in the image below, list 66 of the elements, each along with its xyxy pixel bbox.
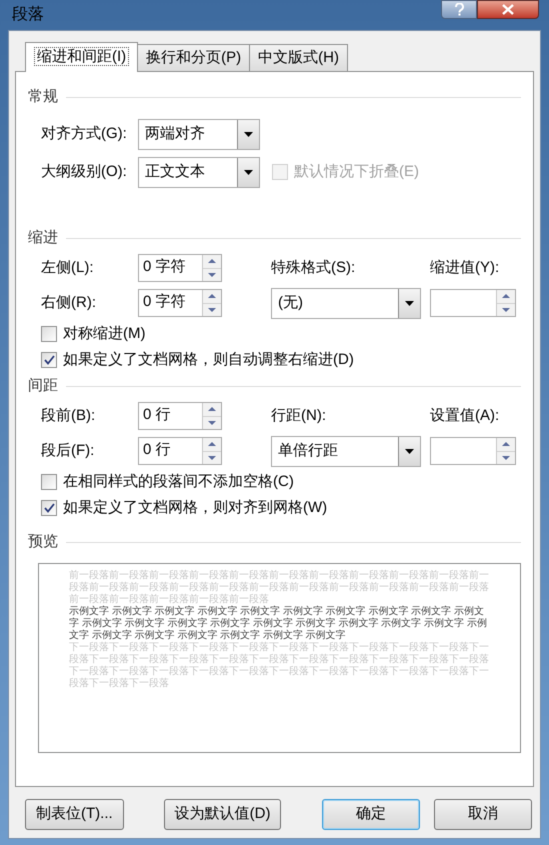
up-arrow-icon	[502, 442, 510, 446]
field-label: 右侧(R):	[41, 292, 97, 313]
up-arrow-icon	[208, 442, 216, 446]
spinner-field[interactable]	[430, 289, 516, 317]
window-title: 段落	[12, 4, 45, 25]
checkbox[interactable]	[41, 474, 57, 490]
preview-sample-text: 示例文字 示例文字 示例文字 示例文字 示例文字 示例文字 示例文字 示例文字 示例文字 示例文字 示例文字 示例文字 示例文字 示例文字 示例文字 示例文字 示例文字 示例文字 示例文字 示例文字 示例文字 示例文字 示例文字 示例文字 示例文字 示例文字	[69, 606, 488, 642]
field-label: 特殊格式(S):	[271, 258, 356, 278]
help-button[interactable]	[441, 0, 477, 19]
up-arrow-icon	[502, 294, 510, 298]
field-label: 大纲级别(O):	[41, 162, 128, 182]
tab[interactable]: 换行和分页(P)	[137, 44, 250, 71]
field-label: 段后(F):	[41, 440, 96, 461]
tab[interactable]: 缩进和间距(I)	[25, 42, 138, 72]
close-icon	[502, 4, 514, 15]
dropdown-arrow-icon	[405, 300, 414, 306]
dropdown-arrow-icon	[244, 170, 253, 174]
section-title: 常规	[28, 86, 58, 107]
down-arrow-icon	[208, 308, 216, 312]
field-label: 左侧(L):	[41, 258, 94, 278]
down-arrow-icon	[208, 420, 216, 425]
field-label: 缩进值(Y):	[430, 258, 500, 278]
section-title: 间距	[28, 376, 58, 396]
dropdown[interactable]: 两端对齐	[138, 118, 260, 150]
dialog-button[interactable]: 制表位(T)...	[25, 799, 124, 830]
checkbox[interactable]	[41, 326, 57, 342]
up-arrow-icon	[208, 259, 216, 264]
field-label: 段前(B):	[41, 406, 96, 426]
checkbox-label: 默认情况下折叠(E)	[294, 162, 419, 182]
preview-next-text: 下一段落下一段落下一段落下一段落下一段落下一段落下一段落下一段落下一段落下一段落下一段落下一段落下一段落下一段落下一段落下一段落下一段落下一段落下一段落下一段落下一段落下一段落下一段落下一段落下一段落下一段落下一段落下一段落下一段落下一段落下一段落下一段落下一段落下一段落	[69, 642, 490, 690]
section-title: 预览	[28, 532, 58, 552]
help-icon	[454, 3, 464, 16]
checkmark-icon	[44, 355, 54, 365]
checkbox-label: 在相同样式的段落间不添加空格(C)	[63, 472, 294, 492]
checkbox-label: 如果定义了文档网格，则自动调整右缩进(D)	[63, 350, 354, 370]
checkbox[interactable]	[41, 500, 57, 516]
spinner-field[interactable]: 0 行	[138, 402, 222, 430]
spinner-field[interactable]: 0 行	[138, 437, 222, 465]
dropdown-arrow-icon	[244, 132, 253, 136]
checkbox[interactable]	[41, 352, 57, 368]
preview-previous-text: 前一段落前一段落前一段落前一段落前一段落前一段落前一段落前一段落前一段落前一段落前一段落前一段落前一段落前一段落前一段落前一段落前一段落前一段落前一段落前一段落前一段落前一段落前一段落前一段落前一段落前一段落	[69, 570, 490, 606]
spinner-field[interactable]	[430, 437, 516, 465]
dropdown[interactable]: 单倍行距	[271, 436, 421, 466]
dialog-button[interactable]: 确定	[322, 799, 420, 830]
down-arrow-icon	[502, 456, 510, 460]
field-label: 行距(N):	[271, 406, 327, 426]
dropdown-arrow-icon	[405, 448, 414, 454]
down-arrow-icon	[208, 456, 216, 460]
dialog-button[interactable]: 设为默认值(D)	[164, 799, 282, 830]
section-title: 缩进	[28, 228, 58, 248]
dialog-button[interactable]: 取消	[434, 799, 532, 830]
down-arrow-icon	[208, 272, 216, 277]
checkbox-label: 如果定义了文档网格，则对齐到网格(W)	[63, 498, 328, 518]
spinner-field[interactable]: 0 字符	[138, 289, 222, 317]
checkbox-label: 对称缩进(M)	[63, 324, 146, 344]
up-arrow-icon	[208, 294, 216, 298]
up-arrow-icon	[208, 407, 216, 412]
tab[interactable]: 中文版式(H)	[249, 44, 348, 71]
dropdown[interactable]: 正文文本	[138, 156, 260, 188]
down-arrow-icon	[502, 308, 510, 312]
field-label: 设置值(A):	[430, 406, 500, 426]
spinner-field[interactable]: 0 字符	[138, 254, 222, 282]
checkmark-icon	[44, 503, 54, 513]
field-label: 对齐方式(G):	[41, 124, 128, 144]
dropdown[interactable]: (无)	[271, 288, 421, 318]
close-button[interactable]	[477, 0, 539, 19]
